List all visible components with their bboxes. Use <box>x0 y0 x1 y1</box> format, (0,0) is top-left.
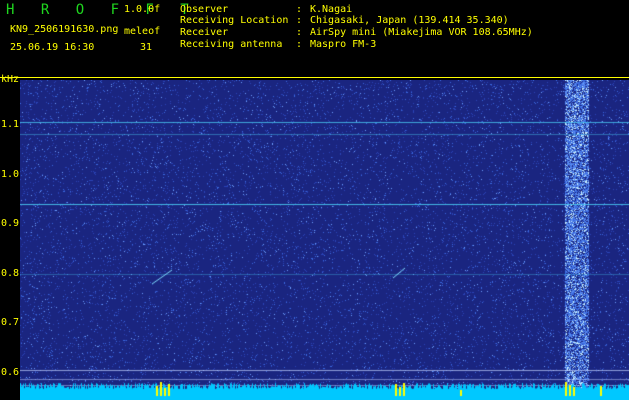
info-val-receiver: AirSpy mini (Miakejima VOR 108.65MHz) <box>310 27 533 38</box>
y-tick-label: 1.0 <box>1 169 20 180</box>
spectrogram-canvas <box>20 80 629 400</box>
y-tick-label: 0.9 <box>1 218 20 229</box>
header-panel: H R O F F T 1.0.0f KN9_2506191630.png me… <box>0 0 629 78</box>
mode-label: meleof <box>124 26 161 37</box>
y-axis-unit: kHz <box>1 74 20 85</box>
datetime-label: 25.06.19 16:30 <box>10 42 95 53</box>
info-colon: : <box>296 39 303 50</box>
y-tick-label: 0.6 <box>1 367 20 378</box>
count-label: 31 <box>140 42 153 53</box>
info-key-location: Receiving Location <box>180 15 289 26</box>
info-key-observer: Observer <box>180 4 229 15</box>
info-colon: : <box>296 4 303 15</box>
y-tick-label: 0.8 <box>1 268 20 279</box>
y-tick-label: 0.7 <box>1 317 20 328</box>
info-val-antenna: Maspro FM-3 <box>310 39 377 50</box>
info-colon: : <box>296 27 303 38</box>
info-colon: : <box>296 15 303 26</box>
info-key-antenna: Receiving antenna <box>180 39 283 50</box>
app-version: 1.0.0f <box>124 4 161 15</box>
info-key-receiver: Receiver <box>180 27 229 38</box>
filename-label: KN9_2506191630.png <box>10 24 119 35</box>
app-title: H R O F F T <box>6 2 198 18</box>
y-tick-label: 1.1 <box>1 119 20 130</box>
spectrogram-plot <box>20 80 629 400</box>
info-val-location: Chigasaki, Japan (139.414 35.340) <box>310 15 509 26</box>
info-val-observer: K.Nagai <box>310 4 353 15</box>
header-divider <box>0 77 629 78</box>
